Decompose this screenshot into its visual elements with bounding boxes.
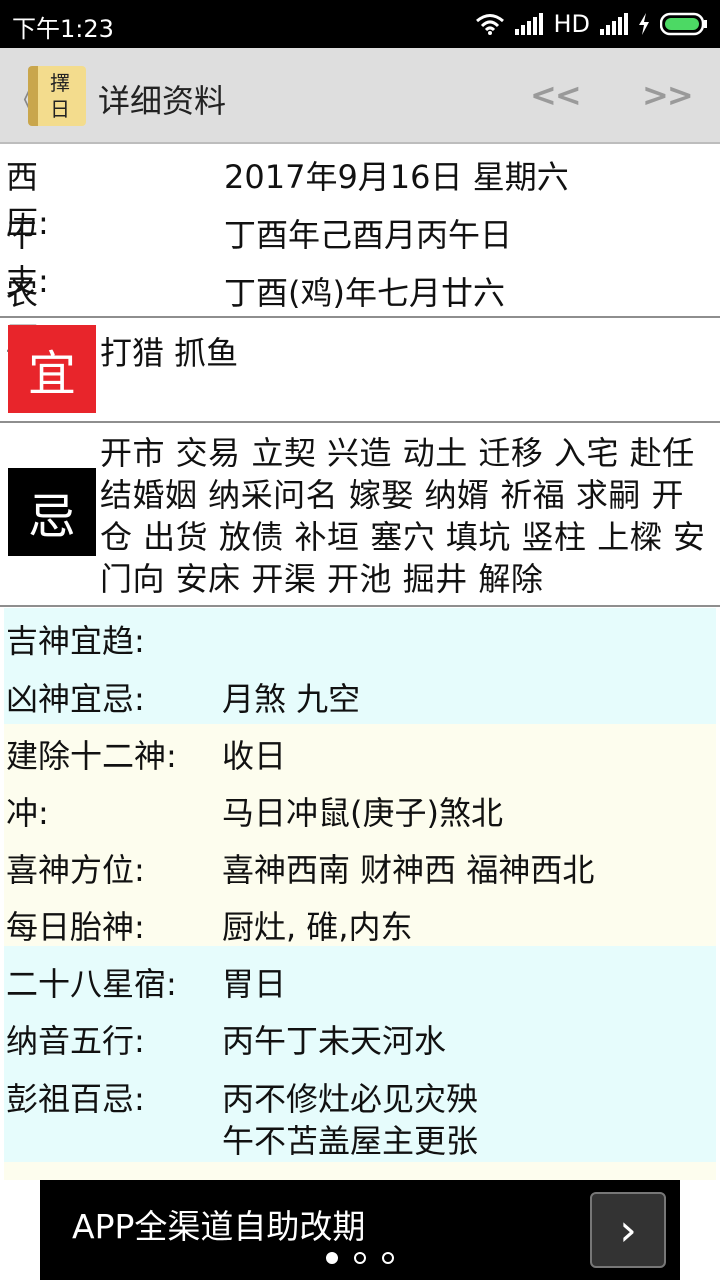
title-bar: 《 擇 日 详细资料 << >>	[0, 48, 720, 144]
ad-text: APP全渠道自助改期	[72, 1207, 366, 1246]
prev-day-button[interactable]: <<	[530, 76, 582, 114]
info-value: 喜神西南 财神西 福神西北	[222, 851, 595, 889]
signal-icon-2	[600, 13, 628, 35]
info-value: 马日冲鼠(庚子)煞北	[222, 794, 503, 832]
yi-badge: 宜	[8, 325, 96, 413]
divider	[0, 605, 720, 607]
pager-dot[interactable]	[326, 1252, 338, 1264]
ad-pager	[40, 1252, 680, 1264]
pager-dot[interactable]	[382, 1252, 394, 1264]
logo-char-top: 擇	[50, 71, 70, 95]
info-label: 二十八星宿:	[6, 965, 177, 1003]
info-value: 丙午丁未天河水	[222, 1022, 447, 1060]
info-label: 纳音五行:	[6, 1022, 145, 1060]
info-label: 建除十二神:	[6, 737, 177, 775]
info-value: 厨灶, 碓,内东	[222, 908, 413, 946]
date-value: 2017年9月16日 星期六	[224, 158, 569, 196]
signal-icon	[515, 13, 544, 35]
divider	[0, 421, 720, 423]
status-bar: 下午1:23 HD	[0, 0, 720, 48]
ji-badge: 忌	[8, 468, 96, 556]
charging-icon	[639, 13, 649, 35]
wifi-icon	[476, 14, 505, 35]
network-type: HD	[553, 10, 590, 38]
date-value: 丁酉年己酉月丙午日	[224, 216, 513, 254]
info-label: 吉神宜趋:	[6, 622, 145, 660]
app-logo[interactable]: 擇 日	[28, 66, 86, 126]
status-time: 下午1:23	[12, 15, 114, 43]
status-icons: HD	[475, 8, 708, 40]
info-value: 月煞 九空	[222, 680, 361, 718]
battery-icon	[660, 12, 707, 36]
ji-activities: 开市 交易 立契 兴造 动土 迁移 入宅 赴任 结婚姻 纳采问名 嫁娶 纳婿 祈…	[100, 434, 706, 598]
info-block-more	[4, 1162, 716, 1180]
info-label: 凶神宜忌:	[6, 680, 145, 718]
divider	[0, 316, 720, 318]
info-label: 彭祖百忌:	[6, 1080, 145, 1118]
next-day-button[interactable]: >>	[642, 76, 694, 114]
info-value: 午不苫盖屋主更张	[222, 1122, 479, 1160]
page-title: 详细资料	[98, 82, 227, 120]
logo-char-bottom: 日	[50, 97, 70, 121]
info-value: 胃日	[222, 965, 287, 1003]
info-value: 收日	[222, 737, 287, 775]
info-label: 每日胎神:	[6, 908, 145, 946]
date-value: 丁酉(鸡)年七月廿六	[224, 274, 505, 312]
info-label: 喜神方位:	[6, 851, 145, 889]
info-value: 丙不修灶必见灾殃	[222, 1080, 479, 1118]
info-label: 冲:	[6, 794, 49, 832]
yi-activities: 打猎 抓鱼	[100, 334, 239, 372]
pager-dot[interactable]	[354, 1252, 366, 1264]
ad-banner[interactable]: APP全渠道自助改期 ›	[40, 1180, 680, 1280]
